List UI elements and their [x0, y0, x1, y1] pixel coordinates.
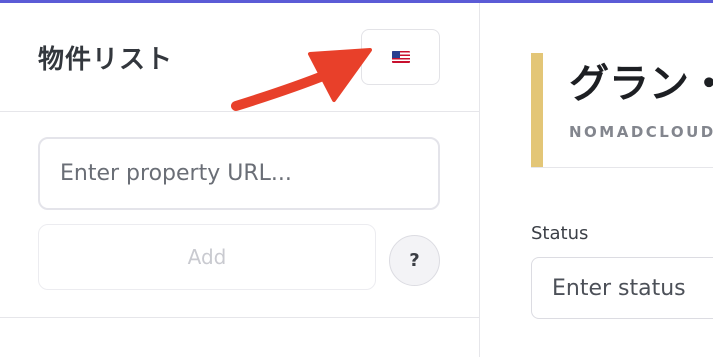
- us-flag-icon: [391, 51, 410, 63]
- property-title: グラン・: [569, 61, 713, 107]
- language-button[interactable]: [361, 29, 440, 85]
- property-url-input[interactable]: [38, 137, 440, 210]
- panel-title: 物件リスト: [38, 45, 174, 75]
- section-divider: [0, 317, 479, 318]
- add-button-label: Add: [187, 245, 227, 269]
- property-list-panel: 物件リスト Add ?: [0, 3, 480, 357]
- header-divider: [0, 111, 479, 112]
- add-button[interactable]: Add: [38, 224, 376, 290]
- status-input[interactable]: [531, 257, 713, 319]
- detail-header-divider: [531, 167, 713, 168]
- property-subtitle: NOMADCLOUD: [569, 123, 713, 141]
- title-accent-bar: [531, 53, 543, 167]
- status-label: Status: [531, 223, 589, 244]
- help-button[interactable]: ?: [389, 235, 440, 286]
- property-detail-panel: グラン・ NOMADCLOUD Status: [481, 3, 713, 357]
- question-mark-icon: ?: [409, 250, 420, 271]
